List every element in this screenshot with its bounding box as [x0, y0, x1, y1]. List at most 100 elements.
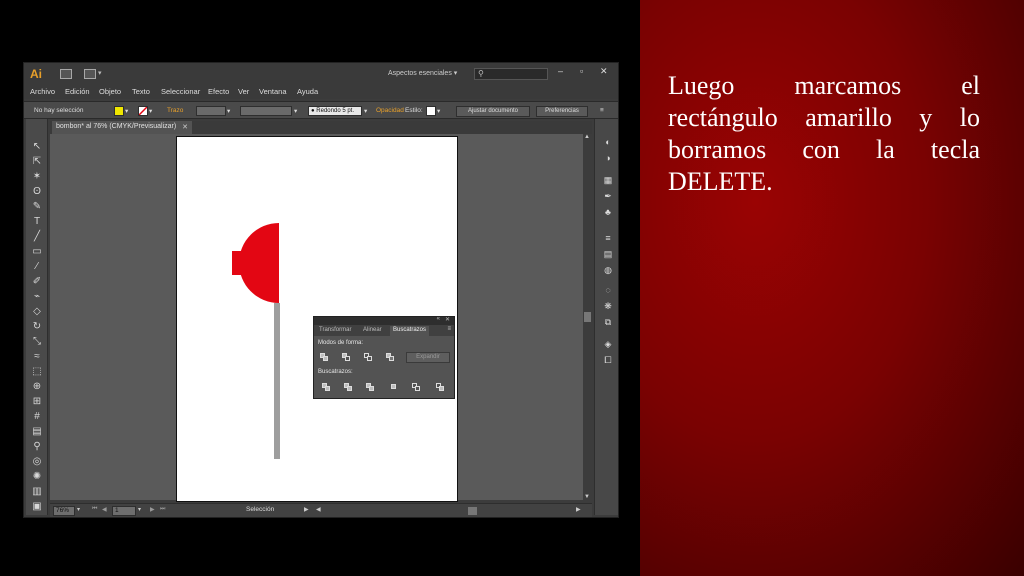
symbols-panel-icon[interactable]: ♣ [602, 207, 614, 218]
brush-definition-field[interactable]: ● Redondo 5 pt. [308, 106, 362, 116]
scroll-left-icon[interactable]: ◀ [316, 506, 321, 513]
stroke-weight-field[interactable] [196, 106, 226, 116]
rectangle-tool-icon[interactable]: ▭ [30, 246, 44, 258]
maximize-button[interactable]: ▫ [580, 66, 583, 76]
type-tool-icon[interactable]: T [30, 216, 44, 228]
bridge-icon[interactable] [60, 69, 72, 79]
next-artboard-icon[interactable]: ▶ [150, 506, 155, 513]
minus-back-icon[interactable] [436, 383, 445, 391]
document-tab[interactable]: bombon* al 76% (CMYK/Previsualizar) ✕ [52, 121, 192, 134]
artboard-tool-icon[interactable]: ▣ [30, 501, 44, 513]
rotate-tool-icon[interactable]: ↻ [30, 321, 44, 333]
candy-tab-shape[interactable] [232, 251, 243, 275]
divide-icon[interactable] [322, 383, 331, 391]
trim-icon[interactable] [344, 383, 353, 391]
transparency-panel-icon[interactable]: ◍ [602, 265, 614, 276]
lollipop-stick[interactable] [274, 303, 280, 459]
panel-header[interactable]: « ✕ [314, 316, 454, 325]
gradient-panel-icon[interactable]: ▤ [602, 249, 614, 260]
panel-menu-icon[interactable]: ≡ [600, 107, 604, 114]
tab-transformar[interactable]: Transformar [316, 326, 354, 336]
chevron-down-icon[interactable]: ▾ [77, 506, 80, 513]
scale-tool-icon[interactable]: ⤡ [30, 336, 44, 348]
arrange-documents-icon[interactable] [84, 69, 96, 79]
shape-builder-tool-icon[interactable]: ⊕ [30, 381, 44, 393]
previous-artboard-icon[interactable]: ◀ [102, 506, 107, 513]
menu-ayuda[interactable]: Ayuda [297, 87, 318, 96]
perspective-grid-tool-icon[interactable]: ⊞ [30, 396, 44, 408]
tab-buscatrazos[interactable]: Buscatrazos [390, 326, 430, 336]
merge-icon[interactable] [366, 383, 375, 391]
lasso-tool-icon[interactable]: ʘ [30, 186, 44, 198]
fill-swatch[interactable] [114, 106, 124, 116]
line-tool-icon[interactable]: ╱ [30, 231, 44, 243]
menu-texto[interactable]: Texto [132, 87, 150, 96]
gradient-tool-icon[interactable]: ▤ [30, 426, 44, 438]
crop-icon[interactable] [390, 383, 399, 391]
tab-alinear[interactable]: Alinear [360, 326, 385, 336]
scroll-right-icon[interactable]: ▶ [576, 506, 581, 513]
column-graph-tool-icon[interactable]: ▥ [30, 486, 44, 498]
minimize-button[interactable]: – [558, 66, 563, 76]
intersect-icon[interactable] [364, 353, 373, 361]
help-search-input[interactable]: ⚲ [474, 68, 548, 80]
swatches-panel-icon[interactable]: ▦ [602, 175, 614, 186]
menu-edicion[interactable]: Edición [65, 87, 90, 96]
graphic-style-swatch[interactable] [426, 106, 436, 116]
menu-ver[interactable]: Ver [238, 87, 249, 96]
close-button[interactable]: ✕ [600, 66, 608, 77]
direct-selection-tool-icon[interactable]: ⇱ [30, 156, 44, 168]
chevron-down-icon[interactable]: ▾ [138, 506, 141, 513]
close-tab-icon[interactable]: ✕ [182, 123, 188, 131]
chevron-down-icon[interactable]: ▾ [294, 107, 297, 115]
brushes-panel-icon[interactable]: ✒ [602, 191, 614, 202]
chevron-down-icon[interactable]: ▾ [364, 107, 367, 115]
mesh-tool-icon[interactable]: # [30, 411, 44, 423]
stroke-label[interactable]: Trazo [167, 107, 183, 114]
stroke-panel-icon[interactable]: ≡ [602, 233, 614, 244]
menu-ventana[interactable]: Ventana [259, 87, 287, 96]
chevron-down-icon[interactable]: ▾ [227, 107, 230, 115]
chevron-down-icon[interactable]: ▾ [149, 107, 152, 115]
panel-menu-icon[interactable]: ≡ [447, 326, 451, 332]
candy-half-circle[interactable] [239, 223, 279, 303]
pen-tool-icon[interactable]: ✎ [30, 201, 44, 213]
scroll-up-icon[interactable]: ▲ [584, 134, 590, 140]
eyedropper-tool-icon[interactable]: ⚲ [30, 441, 44, 453]
first-artboard-icon[interactable]: ⏮ [92, 506, 97, 513]
artboards-panel-icon[interactable]: ⧠ [602, 355, 614, 366]
magic-wand-tool-icon[interactable]: ✶ [30, 171, 44, 183]
minus-front-icon[interactable] [342, 353, 351, 361]
menu-objeto[interactable]: Objeto [99, 87, 121, 96]
opacity-label[interactable]: Opacidad [376, 107, 404, 114]
status-menu-icon[interactable]: ▶ [304, 506, 309, 513]
expand-button[interactable]: Expandir [406, 352, 450, 363]
color-panel-icon[interactable]: ◐ [602, 137, 614, 148]
selection-tool-icon[interactable]: ↖ [30, 141, 44, 153]
last-artboard-icon[interactable]: ⏭ [160, 506, 165, 513]
outline-icon[interactable] [412, 383, 421, 391]
pencil-tool-icon[interactable]: ✐ [30, 276, 44, 288]
stroke-none-swatch[interactable] [138, 106, 148, 116]
layers-panel-icon[interactable]: ◈ [602, 339, 614, 350]
workspace-switcher[interactable]: Aspectos esenciales ▾ [388, 69, 457, 77]
symbol-sprayer-tool-icon[interactable]: ✺ [30, 471, 44, 483]
image-trace-panel-icon[interactable]: ⧉ [602, 317, 614, 328]
vertical-scroll-thumb[interactable] [584, 312, 591, 322]
appearance-panel-icon[interactable]: ◌ [602, 285, 614, 296]
paintbrush-tool-icon[interactable]: ∕ [30, 261, 44, 273]
vertical-scrollbar[interactable]: ▲ ▼ [583, 134, 592, 500]
scroll-down-icon[interactable]: ▼ [584, 494, 590, 500]
chevron-down-icon[interactable]: ▾ [125, 107, 128, 115]
preferences-button[interactable]: Preferencias [536, 106, 588, 117]
status-tool-label[interactable]: Selección [246, 506, 274, 513]
exclude-icon[interactable] [386, 353, 395, 361]
eraser-tool-icon[interactable]: ◇ [30, 306, 44, 318]
menu-archivo[interactable]: Archivo [30, 87, 55, 96]
zoom-field[interactable]: 76% [53, 506, 75, 516]
artboard-number-field[interactable]: 1 [112, 506, 136, 516]
warp-tool-icon[interactable]: ≈ [30, 351, 44, 363]
free-transform-tool-icon[interactable]: ⬚ [30, 366, 44, 378]
color-guide-icon[interactable]: ◑ [602, 153, 614, 164]
unite-icon[interactable] [320, 353, 329, 361]
